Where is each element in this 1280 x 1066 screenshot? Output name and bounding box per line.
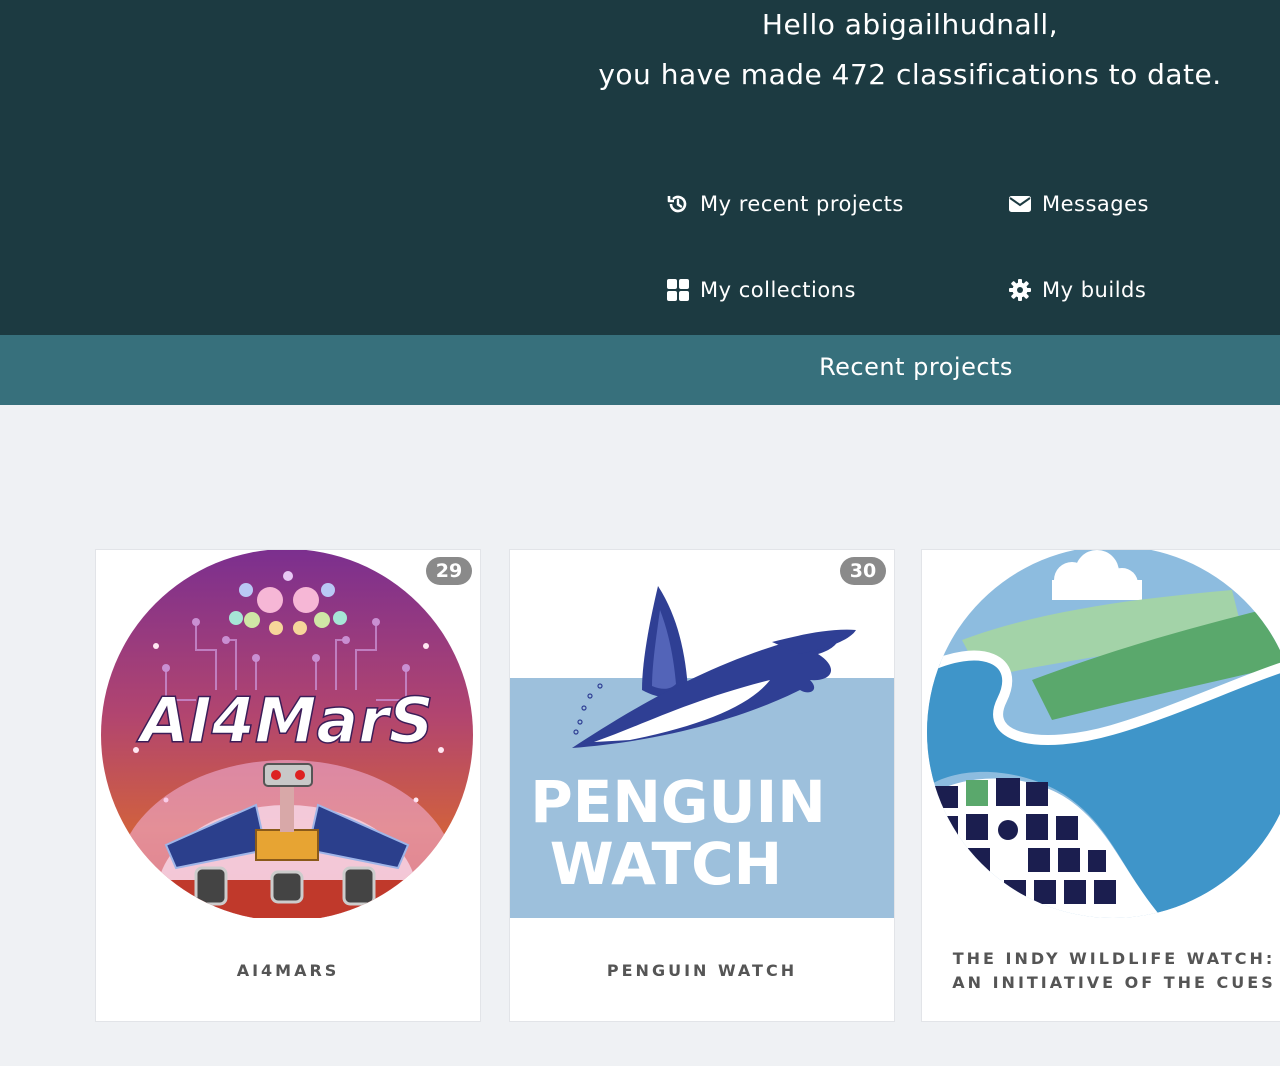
penguin-watch-logo: PENGUIN WATCH <box>510 550 894 918</box>
project-card-penguin-watch[interactable]: PENGUIN WATCH 30 PENGUIN WATCH <box>509 549 895 1022</box>
project-count-badge: 30 <box>840 557 886 585</box>
my-recent-projects-link[interactable]: My recent projects <box>666 192 904 216</box>
greeting-line1: Hello abigailhudnall, <box>761 8 1059 41</box>
my-collections-link[interactable]: My collections <box>666 278 856 302</box>
dashboard-header: Hello abigailhudnall, you have made 472 … <box>0 0 1280 335</box>
greeting-classification-count: you have made 472 classifications to dat… <box>598 58 1222 91</box>
penguin-watch-logo-text-1: PENGUIN <box>530 768 826 836</box>
envelope-icon <box>1008 192 1032 216</box>
ai4mars-logo: AI4MarS <box>96 550 480 918</box>
project-card-ai4mars[interactable]: AI4MarS 29 AI4MARS <box>95 549 481 1022</box>
project-card-indy-wildlife-watch[interactable]: 68 THE INDY WILDLIFE WATCH: AN INITIATIV… <box>921 549 1280 1022</box>
gear-icon <box>1008 278 1032 302</box>
my-recent-projects-label: My recent projects <box>700 192 904 216</box>
messages-link[interactable]: Messages <box>1008 192 1149 216</box>
grid-icon <box>666 278 690 302</box>
project-title: PENGUIN WATCH <box>606 960 798 980</box>
recent-projects-bar: Recent projects <box>0 335 1280 405</box>
indy-wildlife-watch-logo <box>922 550 1280 918</box>
penguin-watch-logo-text-2: WATCH <box>550 830 782 898</box>
history-icon <box>666 192 690 216</box>
my-collections-label: My collections <box>700 278 856 302</box>
project-count-badge: 29 <box>426 557 472 585</box>
project-title: THE INDY WILDLIFE WATCH: AN INITIATIVE O… <box>952 948 1276 992</box>
ai4mars-logo-text: AI4MarS <box>136 684 434 757</box>
project-title: AI4MARS <box>236 960 340 980</box>
recent-projects-heading[interactable]: Recent projects <box>560 353 1272 381</box>
my-builds-label: My builds <box>1042 278 1147 302</box>
my-builds-link[interactable]: My builds <box>1008 278 1146 302</box>
messages-label: Messages <box>1042 192 1149 216</box>
